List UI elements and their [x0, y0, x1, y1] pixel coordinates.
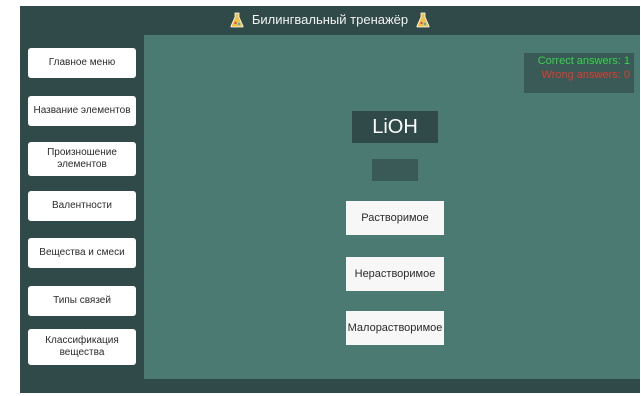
- sidebar-item-substance-classification[interactable]: Классификация вещества: [28, 329, 136, 365]
- title-bar: Билингвальный тренажёр: [20, 6, 640, 33]
- sidebar: Главное меню Название элементов Произнош…: [20, 35, 144, 379]
- app-window: Билингвальный тренажёр Главное меню Назв…: [20, 6, 640, 393]
- sidebar-item-element-pronunciation[interactable]: Произношение элементов: [28, 142, 136, 176]
- sidebar-item-label: Вещества и смеси: [39, 247, 125, 258]
- app-title: Билингвальный тренажёр: [251, 12, 409, 27]
- sidebar-item-label: Название элементов: [33, 105, 131, 116]
- option-soluble-button[interactable]: Растворимое: [346, 201, 444, 235]
- sidebar-item-label: Валентности: [52, 200, 112, 211]
- bottom-bar: [20, 379, 640, 393]
- sidebar-item-bond-types[interactable]: Типы связей: [28, 286, 136, 316]
- flask-icon: [416, 12, 430, 28]
- option-slightly-soluble-button[interactable]: Малорастворимое: [346, 311, 444, 345]
- formula-display: LiOH: [352, 111, 438, 143]
- score-panel: Correct answers: 1 Wrong answers: 0: [524, 53, 634, 93]
- wrong-answers-count: Wrong answers: 0: [541, 69, 630, 81]
- sidebar-item-label: Произношение элементов: [47, 147, 117, 170]
- sidebar-item-label: Типы связей: [53, 295, 111, 306]
- sidebar-item-element-names[interactable]: Название элементов: [28, 96, 136, 126]
- option-insoluble-button[interactable]: Нерастворимое: [346, 257, 444, 291]
- quiz-panel: Correct answers: 1 Wrong answers: 0 LiOH…: [144, 35, 640, 379]
- answer-slot: [372, 159, 418, 181]
- sidebar-item-label: Классификация вещества: [45, 335, 119, 358]
- sidebar-item-main-menu[interactable]: Главное меню: [28, 48, 136, 78]
- sidebar-item-substances-mixtures[interactable]: Вещества и смеси: [28, 238, 136, 268]
- sidebar-item-label: Главное меню: [48, 57, 116, 68]
- flask-icon: [230, 12, 244, 28]
- sidebar-item-valences[interactable]: Валентности: [28, 191, 136, 221]
- correct-answers-count: Correct answers: 1: [537, 55, 630, 67]
